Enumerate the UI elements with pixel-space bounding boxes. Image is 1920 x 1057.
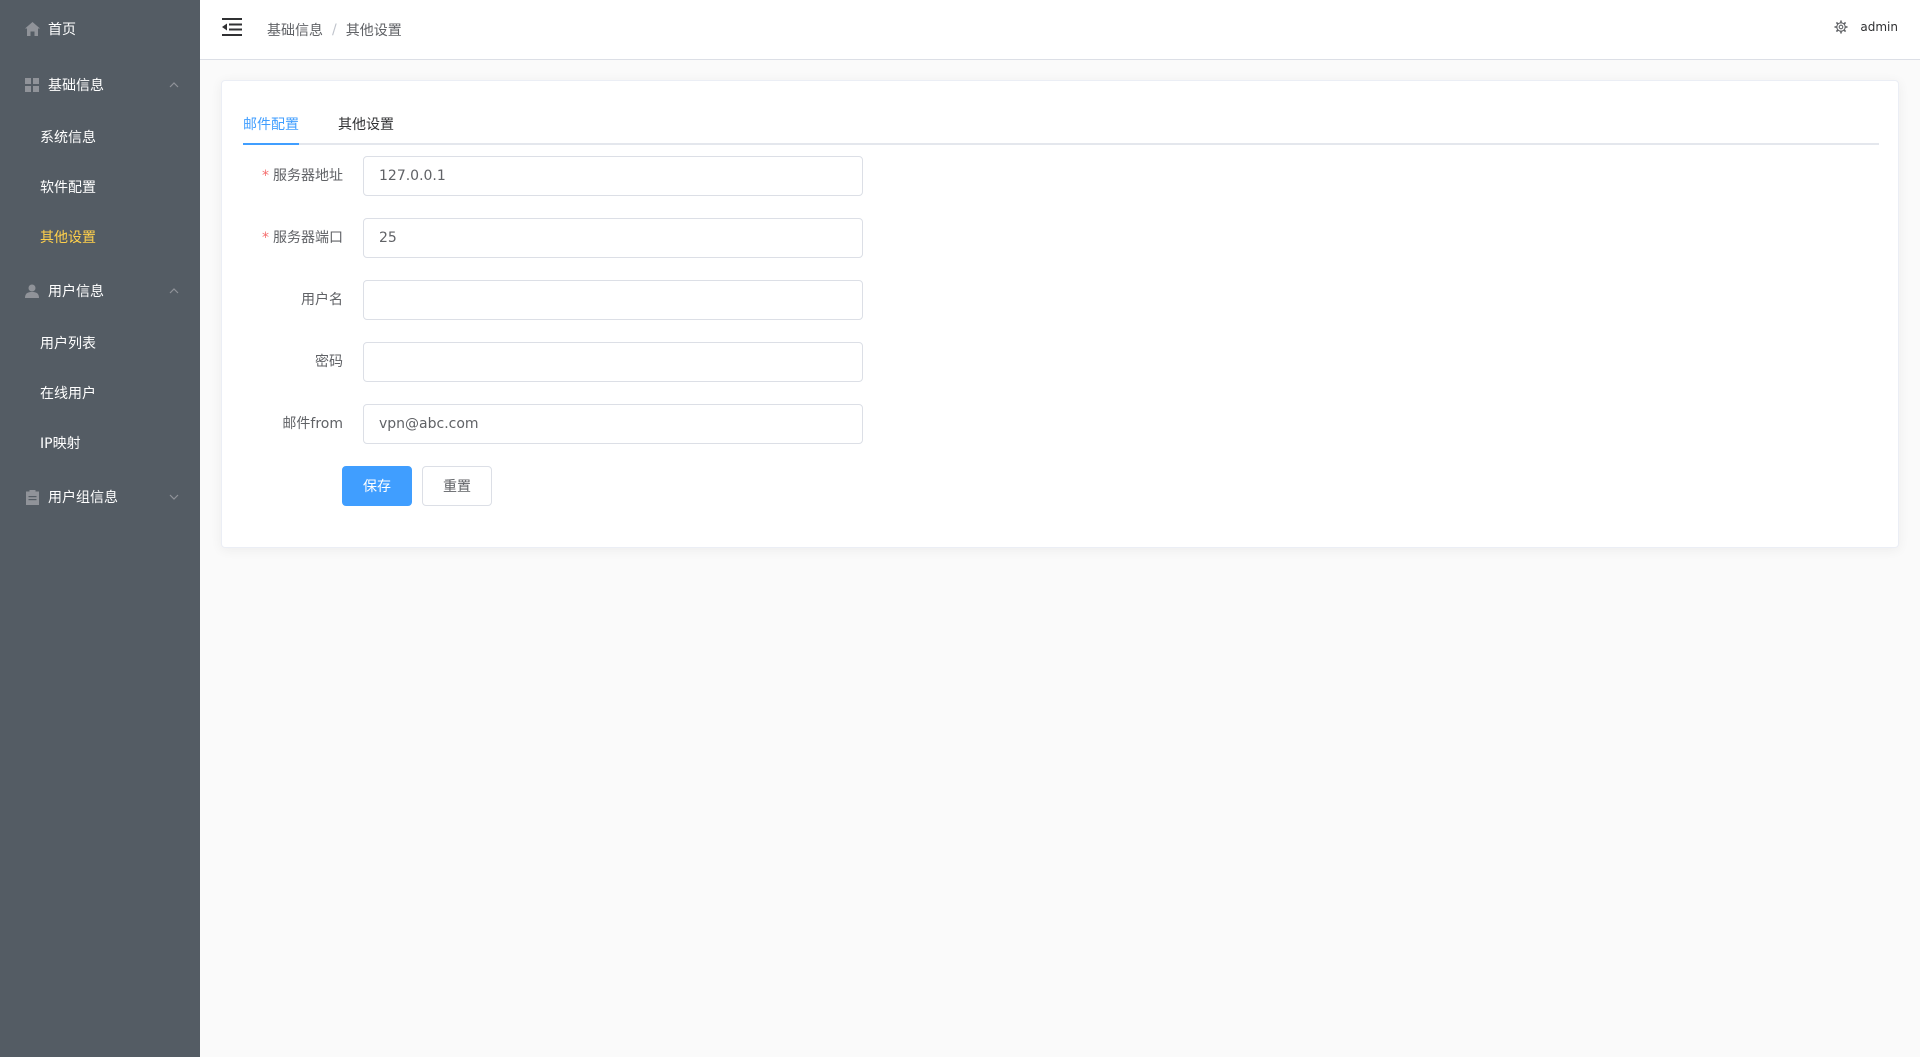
breadcrumb-item-other-settings: 其他设置 (345, 23, 402, 39)
tab-other-settings[interactable]: 其他设置 (338, 105, 394, 145)
username-label[interactable]: admin (1860, 20, 1898, 34)
mail-from-label: 邮件from (282, 416, 343, 432)
header: 基础信息 / 其他设置 admin (200, 0, 1920, 60)
server-address-label: * 服务器地址 (262, 168, 343, 184)
form-row-username: 用户名 (243, 280, 883, 320)
sidebar-item-label: 用户组信息 (48, 490, 118, 506)
user-icon (24, 283, 40, 299)
gear-icon[interactable] (1834, 20, 1848, 34)
form-row-password: 密码 (243, 342, 883, 382)
sidebar-item-other-settings[interactable]: 其他设置 (0, 212, 200, 262)
sidebar-item-label: 基础信息 (48, 78, 104, 94)
sidebar-item-label: 首页 (48, 22, 76, 38)
sidebar-item-user-info[interactable]: 用户信息 (0, 266, 200, 316)
home-icon (24, 21, 40, 37)
server-address-input[interactable] (363, 156, 863, 196)
sidebar-item-software-config[interactable]: 软件配置 (0, 162, 200, 212)
breadcrumb-separator: / (332, 22, 337, 38)
tab-active-indicator (243, 143, 299, 145)
collapse-menu-icon[interactable] (222, 17, 244, 37)
sidebar-item-user-group-info[interactable]: 用户组信息 (0, 472, 200, 522)
sidebar-item-basic-info[interactable]: 基础信息 (0, 60, 200, 110)
mail-from-input[interactable] (363, 404, 863, 444)
form-row-server-address: * 服务器地址 (243, 156, 883, 196)
sidebar-item-label: 用户信息 (48, 284, 104, 300)
tabs: 邮件配置 其他设置 (243, 105, 1879, 145)
chevron-up-icon (169, 288, 179, 294)
password-label: 密码 (315, 354, 343, 370)
settings-card: 邮件配置 其他设置 *服务器地址 *服务器端口 用户名 密码 邮件from 保存… (221, 80, 1899, 548)
reset-button[interactable]: 重置 (422, 466, 492, 506)
header-user-area: admin (1834, 20, 1898, 34)
clipboard-icon (24, 489, 40, 505)
sidebar: 首页 基础信息 系统信息 软件配置 其他设置 用户信息 用户列表 在线用户 IP… (0, 0, 200, 1057)
chevron-down-icon (169, 494, 179, 500)
server-port-label: * 服务器端口 (262, 230, 343, 246)
breadcrumb-item-basic-info[interactable]: 基础信息 (267, 20, 323, 40)
username-field-label: 用户名 (301, 292, 343, 308)
required-mark: * (262, 168, 269, 184)
form-row-server-port: * 服务器端口 (243, 218, 883, 258)
sidebar-item-ip-mapping[interactable]: IP映射 (0, 418, 200, 468)
sidebar-item-system-info[interactable]: 系统信息 (0, 112, 200, 162)
save-button[interactable]: 保存 (342, 466, 412, 506)
server-port-input[interactable] (363, 218, 863, 258)
chevron-up-icon (169, 82, 179, 88)
sidebar-item-online-users[interactable]: 在线用户 (0, 368, 200, 418)
required-mark: * (262, 230, 269, 246)
tab-mail-config[interactable]: 邮件配置 (243, 105, 299, 145)
password-input[interactable] (363, 342, 863, 382)
grid-icon (24, 77, 40, 93)
username-input[interactable] (363, 280, 863, 320)
breadcrumb: 基础信息 / 其他设置 (267, 20, 402, 40)
sidebar-item-home[interactable]: 首页 (0, 4, 200, 54)
sidebar-item-user-list[interactable]: 用户列表 (0, 318, 200, 368)
form-row-mail-from: 邮件from (243, 404, 883, 444)
